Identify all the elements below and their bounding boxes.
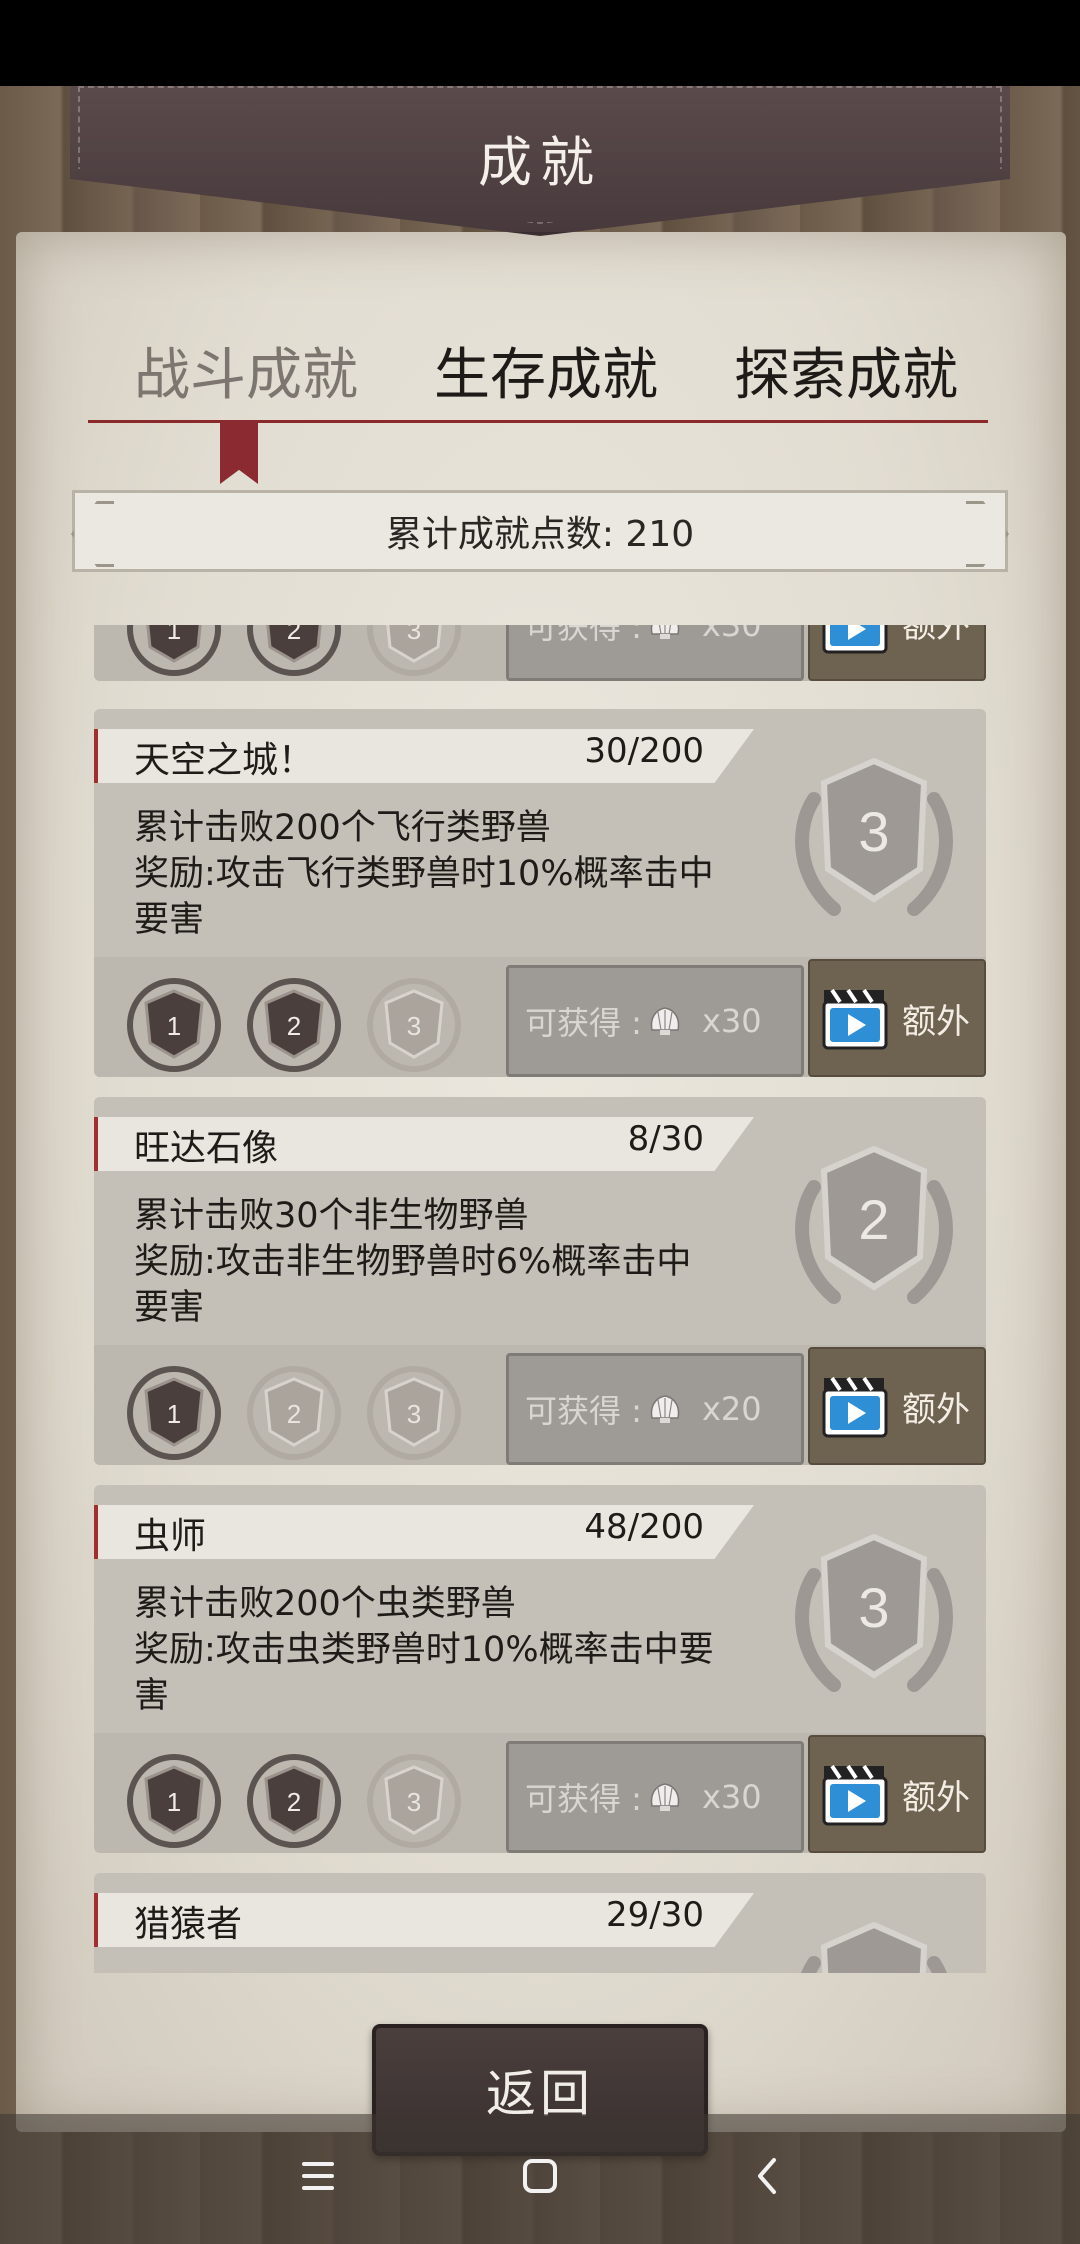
tab-combat[interactable]: 战斗成就	[134, 330, 358, 411]
shell-icon	[650, 1783, 680, 1811]
reward-label: 可获得 :	[525, 1780, 642, 1818]
medal-number: 3	[407, 1011, 421, 1041]
medal-2-icon: 2	[247, 1754, 341, 1848]
achievement-description: 累计击败200个飞行类野兽 奖励:攻击飞行类野兽时10%概率击中要害	[134, 808, 714, 940]
achievement-card: 虫师 48/200 累计击败200个虫类野兽 奖励:攻击虫类野兽时10%概率击中…	[94, 1485, 986, 1853]
medal-3-icon: 3	[367, 625, 461, 676]
medal-1-icon: 1	[127, 1366, 221, 1460]
medal-number: 2	[287, 1787, 301, 1817]
achievement-card: 天空之城！ 30/200 累计击败200个飞行类野兽 奖励:攻击飞行类野兽时10…	[94, 709, 986, 1077]
medal-level: 3	[858, 1576, 889, 1639]
medal-level: 3	[858, 800, 889, 863]
medal-number: 1	[167, 1787, 181, 1817]
reward-label: 可获得 :	[525, 1392, 642, 1430]
medal-3-icon: 3	[367, 1366, 461, 1460]
medal-level: 2	[858, 1188, 889, 1251]
laurel-shield-medal-icon: 3	[795, 1533, 953, 1692]
medal-number: 1	[167, 625, 181, 645]
extra-label: 额外	[902, 1777, 970, 1818]
achievement-progress: 30/200	[584, 731, 704, 771]
extra-reward-button[interactable]: 额外	[808, 625, 986, 681]
achievement-list[interactable]: 1 2 3 可获得 : x30 额外 天空之城！ 30/200 累计击败200个…	[90, 625, 990, 1973]
video-clapper-icon	[822, 1764, 888, 1826]
medal-3-icon: 3	[367, 1754, 461, 1848]
medal-number: 1	[167, 1011, 181, 1041]
shell-icon	[650, 625, 680, 639]
page-title: 成就	[478, 131, 602, 194]
reward-box: 可获得 : x30	[506, 1741, 804, 1853]
status-bar	[0, 0, 1080, 86]
extra-label: 额外	[902, 1001, 970, 1042]
achievement-progress: 29/30	[606, 1895, 704, 1935]
medal-1-icon: 1	[127, 978, 221, 1072]
tab-bar: 战斗成就 生存成就 探索成就	[60, 330, 1020, 410]
achievement-points-bar: 累计成就点数: 210	[72, 490, 1008, 572]
home-square-icon[interactable]	[508, 2144, 572, 2208]
medal-number: 2	[287, 625, 301, 645]
shell-icon	[650, 1007, 680, 1035]
achievement-description: 累计击败30个非生物野兽 奖励:攻击非生物野兽时6%概率击中要害	[134, 1196, 692, 1328]
reward-box: 可获得 : x30	[506, 965, 804, 1077]
medal-2-icon: 2	[247, 625, 341, 676]
medal-1-icon: 1	[127, 1754, 221, 1848]
reward-box: 可获得 : x30	[506, 625, 804, 681]
achievement-card: 猎猿者 29/30	[94, 1873, 986, 1973]
extra-label: 额外	[902, 625, 970, 646]
shell-icon	[650, 1395, 680, 1423]
video-clapper-icon	[822, 625, 888, 654]
achievement-progress: 48/200	[584, 1507, 704, 1547]
reward-quantity: x30	[701, 625, 762, 644]
medal-number: 2	[287, 1399, 301, 1429]
medal-number: 3	[407, 625, 421, 645]
reward-box: 可获得 : x20	[506, 1353, 804, 1465]
tab-exploration[interactable]: 探索成就	[734, 330, 958, 411]
achievement-description: 累计击败200个虫类野兽 奖励:攻击虫类野兽时10%概率击中要害	[134, 1584, 714, 1716]
achievement-points-text: 累计成就点数: 210	[385, 514, 695, 555]
achievement-name: 猎猿者	[134, 1904, 243, 1945]
system-nav-bar	[0, 2114, 1080, 2244]
extra-reward-button[interactable]: 额外	[808, 959, 986, 1077]
extra-label: 额外	[902, 1389, 970, 1430]
laurel-shield-medal-icon	[801, 1921, 947, 1973]
achievement-name: 虫师	[134, 1516, 207, 1557]
extra-reward-button[interactable]: 额外	[808, 1735, 986, 1853]
reward-quantity: x30	[701, 1002, 762, 1040]
reward-quantity: x30	[701, 1778, 762, 1816]
extra-reward-button[interactable]: 额外	[808, 1347, 986, 1465]
medal-2-icon: 2	[247, 1366, 341, 1460]
achievement-name: 天空之城！	[134, 740, 315, 781]
medal-1-icon: 1	[127, 625, 221, 676]
medal-number: 1	[167, 1399, 181, 1429]
back-chevron-icon[interactable]	[736, 2144, 800, 2208]
medal-2-icon: 2	[247, 978, 341, 1072]
medal-number: 3	[407, 1399, 421, 1429]
medal-number: 3	[407, 1787, 421, 1817]
laurel-shield-medal-icon: 3	[795, 757, 953, 916]
tab-survival[interactable]: 生存成就	[434, 330, 658, 411]
medal-number: 2	[287, 1011, 301, 1041]
reward-label: 可获得 :	[525, 625, 642, 646]
video-clapper-icon	[822, 1376, 888, 1438]
achievement-progress: 8/30	[627, 1119, 704, 1159]
achievement-card: 1 2 3 可获得 : x30 额外	[94, 625, 986, 681]
achievement-name: 旺达石像	[134, 1128, 279, 1169]
laurel-shield-medal-icon: 2	[795, 1145, 953, 1304]
menu-icon[interactable]	[286, 2144, 350, 2208]
reward-quantity: x20	[701, 1390, 762, 1428]
reward-label: 可获得 :	[525, 1004, 642, 1042]
achievement-card: 旺达石像 8/30 累计击败30个非生物野兽 奖励:攻击非生物野兽时6%概率击中…	[94, 1097, 986, 1465]
medal-3-icon: 3	[367, 978, 461, 1072]
video-clapper-icon	[822, 988, 888, 1050]
